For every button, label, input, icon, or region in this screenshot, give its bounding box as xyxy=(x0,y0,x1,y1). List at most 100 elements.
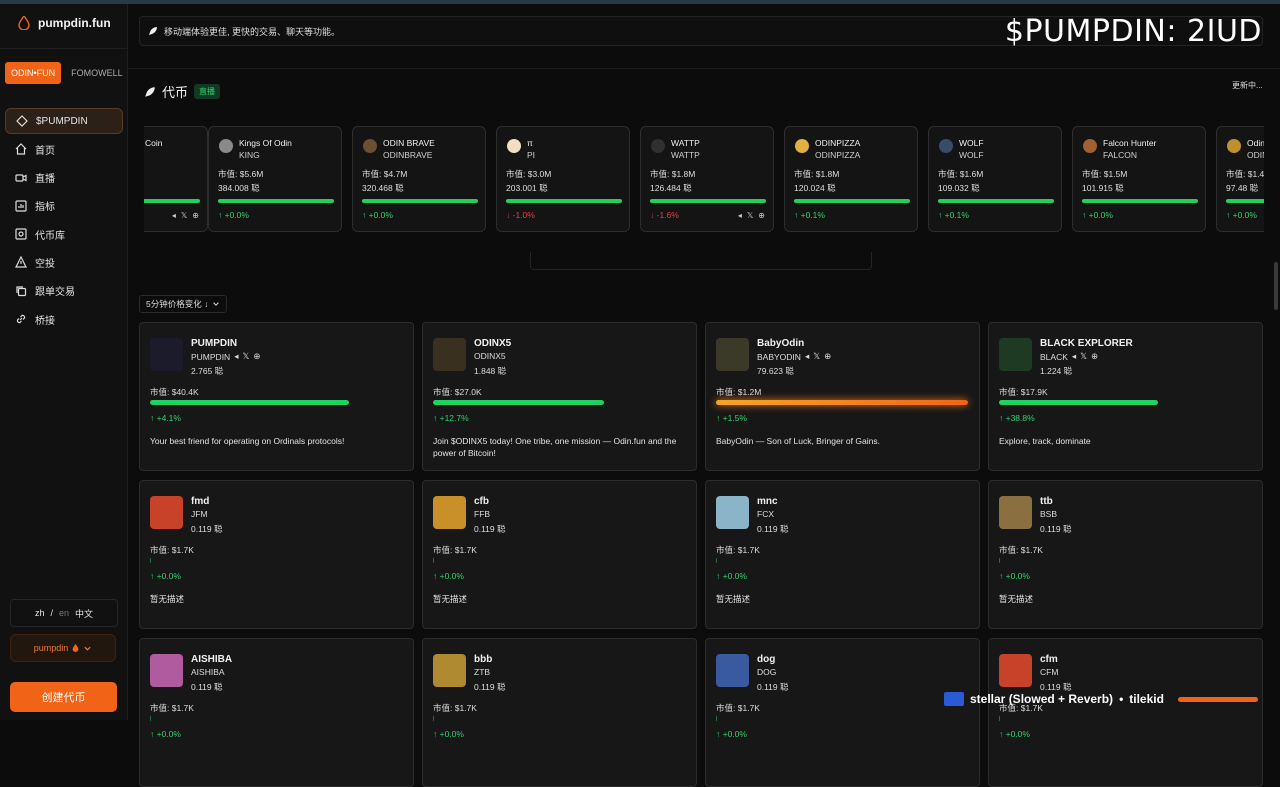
market-cap: 市值: $1.7K xyxy=(716,703,760,713)
app-logo[interactable]: pumpdin.fun xyxy=(18,16,111,30)
market-cap: 市值: $40.4K xyxy=(150,387,199,397)
lang-zh[interactable]: zh xyxy=(35,608,45,618)
telegram-icon[interactable]: ◂ xyxy=(805,351,809,362)
platform-switch: ODIN•FUN FOMOWELL xyxy=(5,62,129,84)
carousel-card[interactable]: Kings Of Odin KING 市值: $5.6M 384.008 聪 ↑ +0.… xyxy=(208,126,342,232)
token-card[interactable]: ODINX5 ODINX5 1.848 聪市值: $27.0K ↑ +12.7% Joi… xyxy=(422,322,697,471)
market-cap: 市值: $1.7K xyxy=(150,545,194,555)
token-card[interactable]: BabyOdin BABYODIN ◂ 𝕏 ⊕ 79.623 聪市值: $1.2M ↑ +1… xyxy=(705,322,980,471)
globe-icon[interactable]: ⊕ xyxy=(824,351,831,362)
token-avatar xyxy=(433,654,466,687)
carousel-card[interactable]: Odin ODIN 市值: $1.4M 97.48 聪 ↑ +0.0% xyxy=(1216,126,1264,232)
token-card[interactable]: cfm CFM 0.119 聪市值: $1.7K ↑ +0.0% xyxy=(988,638,1263,787)
token-name: WOLF xyxy=(959,138,984,148)
bonding-progress xyxy=(433,558,434,563)
globe-icon[interactable]: ⊕ xyxy=(253,351,260,362)
token-price: 2.765 聪 xyxy=(191,366,224,376)
token-card[interactable]: PUMPDIN PUMPDIN ◂ 𝕏 ⊕ 2.765 聪市值: $40.4K ↑ +4.1… xyxy=(139,322,414,471)
language-switcher[interactable]: zh / en 中文 xyxy=(10,599,118,627)
bonding-progress xyxy=(150,558,151,563)
sidebar-item-label: 跟单交易 xyxy=(35,287,75,299)
token-ticker-row: PUMPDIN ◂ 𝕏 ⊕ xyxy=(191,351,260,362)
sidebar-item-airdrop[interactable]: 空投 xyxy=(5,249,123,275)
updating-status: 更新中... xyxy=(1232,81,1263,90)
sidebar-item-live[interactable]: 直播 xyxy=(5,165,123,191)
token-ticker: FCX xyxy=(757,509,774,519)
price-change: ↑ +0.0% xyxy=(150,571,181,581)
token-price: 0.119 聪 xyxy=(757,682,789,692)
token-icon xyxy=(1083,139,1097,153)
token-card[interactable]: dog DOG 0.119 聪市值: $1.7K ↑ +0.0% xyxy=(705,638,980,787)
carousel-scroll-indicator[interactable] xyxy=(530,252,872,270)
market-cap: 市值: $1.8M xyxy=(650,169,696,179)
vault-icon xyxy=(15,228,27,240)
carousel-card[interactable]: Coin ◂ 𝕏 ⊕ xyxy=(144,126,208,232)
track-progress[interactable] xyxy=(1177,696,1258,702)
token-avatar xyxy=(433,496,466,529)
airdrop-icon xyxy=(15,256,27,269)
sidebar-item-vault[interactable]: 代币库 xyxy=(5,221,123,247)
x-icon[interactable]: 𝕏 xyxy=(747,211,753,220)
token-ticker: AISHIBA xyxy=(191,667,225,677)
carousel-card[interactable]: ODIN BRAVE ODINBRAVE 市值: $4.7M 320.468 聪 ↑ +… xyxy=(352,126,486,232)
x-icon[interactable]: 𝕏 xyxy=(813,351,820,362)
x-icon[interactable]: 𝕏 xyxy=(1080,351,1087,362)
token-ticker: CFM xyxy=(1040,667,1059,677)
token-price: 0.119 聪 xyxy=(191,524,223,534)
market-cap: 市值: $3.0M xyxy=(506,169,552,179)
market-cap: 市值: $27.0K xyxy=(433,387,482,397)
price-change: ↑ +0.0% xyxy=(433,729,464,739)
token-card[interactable]: bbb ZTB 0.119 聪市值: $1.7K ↑ +0.0% xyxy=(422,638,697,787)
create-token-button[interactable]: 创建代币 xyxy=(10,682,117,712)
lang-separator: / xyxy=(50,608,53,618)
carousel-card[interactable]: WATTP WATTP 市值: $1.8M 126.484 聪 ↓ -1.6% ◂ 𝕏 ⊕ xyxy=(640,126,774,232)
carousel-card[interactable]: ODINPIZZA ODINPIZZA 市值: $1.8M 120.024 聪 ↑ +0… xyxy=(784,126,918,232)
token-carousel[interactable]: Coin ◂ 𝕏 ⊕ Kings Of Odin KING 市值: $5.6M 384.008… xyxy=(144,126,1264,232)
token-avatar xyxy=(150,338,183,371)
token-icon xyxy=(651,139,665,153)
switch-fomowell[interactable]: FOMOWELL xyxy=(65,62,129,84)
carousel-card[interactable]: π PI 市值: $3.0M 203.001 聪 ↓ -1.0% xyxy=(496,126,630,232)
user-menu[interactable]: pumpdin xyxy=(10,634,116,662)
x-icon[interactable]: 𝕏 xyxy=(181,211,187,220)
sidebar-item-label: 指标 xyxy=(35,202,55,214)
token-card[interactable]: BLACK EXPLORER BLACK ◂ 𝕏 ⊕ 1.224 聪市值: $17.9K ↑… xyxy=(988,322,1263,471)
sidebar-item-label: 桥接 xyxy=(35,315,55,327)
telegram-icon[interactable]: ◂ xyxy=(172,211,176,220)
token-name: cfb xyxy=(474,496,489,507)
sidebar-item-bridge[interactable]: 桥接 xyxy=(5,306,123,332)
market-cap: 市值: $1.7K xyxy=(150,703,194,713)
music-player[interactable]: stellar (Slowed + Reverb) • tilekid xyxy=(944,686,1274,712)
token-price: 109.032 聪 xyxy=(938,183,980,193)
page-scrollbar[interactable] xyxy=(1274,262,1278,310)
sort-dropdown[interactable]: 5分钟价格变化 ↓ xyxy=(139,295,228,313)
carousel-card[interactable]: Falcon Hunter FALCON 市值: $1.5M 101.915 聪 ↑ +… xyxy=(1072,126,1206,232)
sidebar-item-home[interactable]: 首页 xyxy=(5,136,123,162)
sidebar-item-pumpdin[interactable]: $PUMPDIN xyxy=(5,108,123,134)
lang-current: 中文 xyxy=(75,608,94,619)
x-icon[interactable]: 𝕏 xyxy=(242,351,249,362)
token-card[interactable]: AISHIBA AISHIBA 0.119 聪市值: $1.7K ↑ +0.0% xyxy=(139,638,414,787)
sidebar-item-metrics[interactable]: 指标 xyxy=(5,193,123,219)
globe-icon[interactable]: ⊕ xyxy=(192,211,199,220)
token-avatar xyxy=(716,338,749,371)
globe-icon[interactable]: ⊕ xyxy=(1091,351,1098,362)
token-card[interactable]: fmd JFM 0.119 聪市值: $1.7K ↑ +0.0% 暂无描述 xyxy=(139,480,414,629)
sidebar-item-label: 代币库 xyxy=(35,230,65,242)
price-change: ↑ +0.0% xyxy=(999,729,1030,739)
token-card[interactable]: ttb BSB 0.119 聪市值: $1.7K ↑ +0.0% 暂无描述 xyxy=(988,480,1263,629)
token-card[interactable]: mnc FCX 0.119 聪市值: $1.7K ↑ +0.0% 暂无描述 xyxy=(705,480,980,629)
telegram-icon[interactable]: ◂ xyxy=(234,351,238,362)
switch-odinfun[interactable]: ODIN•FUN xyxy=(5,62,62,84)
token-card[interactable]: cfb FFB 0.119 聪市值: $1.7K ↑ +0.0% 暂无描述 xyxy=(422,480,697,629)
lang-en[interactable]: en xyxy=(59,608,69,618)
bonding-progress xyxy=(999,716,1000,721)
sidebar-item-copytrade[interactable]: 跟单交易 xyxy=(5,278,123,304)
globe-icon[interactable]: ⊕ xyxy=(758,211,765,220)
market-cap: 市值: $1.7K xyxy=(999,545,1043,555)
telegram-icon[interactable]: ◂ xyxy=(738,211,742,220)
telegram-icon[interactable]: ◂ xyxy=(1072,351,1076,362)
token-ticker: WOLF xyxy=(959,150,984,160)
carousel-card[interactable]: WOLF WOLF 市值: $1.6M 109.032 聪 ↑ +0.1% xyxy=(928,126,1062,232)
market-cap: 市值: $1.7K xyxy=(433,703,477,713)
